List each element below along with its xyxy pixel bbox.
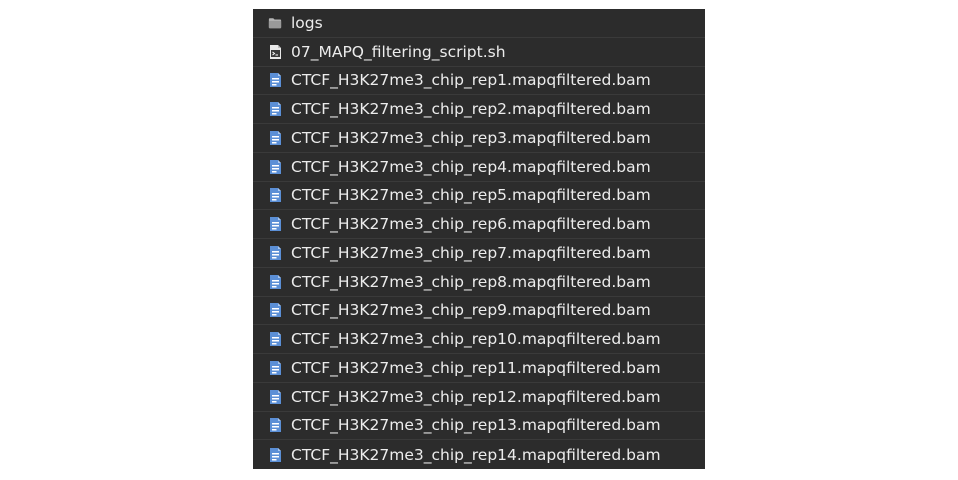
list-item-bam[interactable]: CTCF_H3K27me3_chip_rep3.mapqfiltered.bam [253, 124, 705, 153]
binary-file-icon [268, 130, 282, 146]
binary-file-icon [268, 159, 282, 175]
file-name: CTCF_H3K27me3_chip_rep5.mapqfiltered.bam [291, 186, 651, 205]
list-item-bam[interactable]: CTCF_H3K27me3_chip_rep7.mapqfiltered.bam [253, 239, 705, 268]
file-name: CTCF_H3K27me3_chip_rep11.mapqfiltered.ba… [291, 358, 661, 377]
file-name: CTCF_H3K27me3_chip_rep14.mapqfiltered.ba… [291, 445, 661, 464]
list-item-bam[interactable]: CTCF_H3K27me3_chip_rep1.mapqfiltered.bam [253, 67, 705, 96]
binary-file-icon [268, 245, 282, 261]
list-item-bam[interactable]: CTCF_H3K27me3_chip_rep6.mapqfiltered.bam [253, 210, 705, 239]
list-item-bam[interactable]: CTCF_H3K27me3_chip_rep12.mapqfiltered.ba… [253, 383, 705, 412]
list-item-bam[interactable]: CTCF_H3K27me3_chip_rep13.mapqfiltered.ba… [253, 412, 705, 441]
file-name: CTCF_H3K27me3_chip_rep9.mapqfiltered.bam [291, 301, 651, 320]
binary-file-icon [268, 72, 282, 88]
file-name: CTCF_H3K27me3_chip_rep8.mapqfiltered.bam [291, 272, 651, 291]
file-name: CTCF_H3K27me3_chip_rep6.mapqfiltered.bam [291, 215, 651, 234]
binary-file-icon [268, 101, 282, 117]
binary-file-icon [268, 389, 282, 405]
binary-file-icon [268, 447, 282, 463]
file-name: CTCF_H3K27me3_chip_rep10.mapqfiltered.ba… [291, 330, 661, 349]
file-name: logs [291, 13, 323, 32]
binary-file-icon [268, 216, 282, 232]
list-item-folder[interactable]: logs [253, 9, 705, 38]
file-name: CTCF_H3K27me3_chip_rep3.mapqfiltered.bam [291, 128, 651, 147]
list-item-bam[interactable]: CTCF_H3K27me3_chip_rep9.mapqfiltered.bam [253, 297, 705, 326]
list-item-bam[interactable]: CTCF_H3K27me3_chip_rep10.mapqfiltered.ba… [253, 325, 705, 354]
file-name: CTCF_H3K27me3_chip_rep13.mapqfiltered.ba… [291, 416, 661, 435]
binary-file-icon [268, 187, 282, 203]
binary-file-icon [268, 331, 282, 347]
file-name: CTCF_H3K27me3_chip_rep4.mapqfiltered.bam [291, 157, 651, 176]
file-name: 07_MAPQ_filtering_script.sh [291, 42, 506, 61]
shell-script-icon [268, 44, 282, 60]
list-item-bam[interactable]: CTCF_H3K27me3_chip_rep11.mapqfiltered.ba… [253, 354, 705, 383]
file-name: CTCF_H3K27me3_chip_rep12.mapqfiltered.ba… [291, 387, 661, 406]
binary-file-icon [268, 360, 282, 376]
folder-icon [268, 15, 282, 31]
binary-file-icon [268, 302, 282, 318]
binary-file-icon [268, 274, 282, 290]
list-item-bam[interactable]: CTCF_H3K27me3_chip_rep4.mapqfiltered.bam [253, 153, 705, 182]
list-item-script[interactable]: 07_MAPQ_filtering_script.sh [253, 38, 705, 67]
list-item-bam[interactable]: CTCF_H3K27me3_chip_rep14.mapqfiltered.ba… [253, 440, 705, 469]
file-name: CTCF_H3K27me3_chip_rep2.mapqfiltered.bam [291, 100, 651, 119]
file-list: logs 07_MAPQ_filtering_script.sh CTCF_H3… [253, 9, 705, 469]
file-name: CTCF_H3K27me3_chip_rep1.mapqfiltered.bam [291, 71, 651, 90]
list-item-bam[interactable]: CTCF_H3K27me3_chip_rep8.mapqfiltered.bam [253, 268, 705, 297]
file-name: CTCF_H3K27me3_chip_rep7.mapqfiltered.bam [291, 243, 651, 262]
list-item-bam[interactable]: CTCF_H3K27me3_chip_rep2.mapqfiltered.bam [253, 95, 705, 124]
list-item-bam[interactable]: CTCF_H3K27me3_chip_rep5.mapqfiltered.bam [253, 182, 705, 211]
binary-file-icon [268, 417, 282, 433]
